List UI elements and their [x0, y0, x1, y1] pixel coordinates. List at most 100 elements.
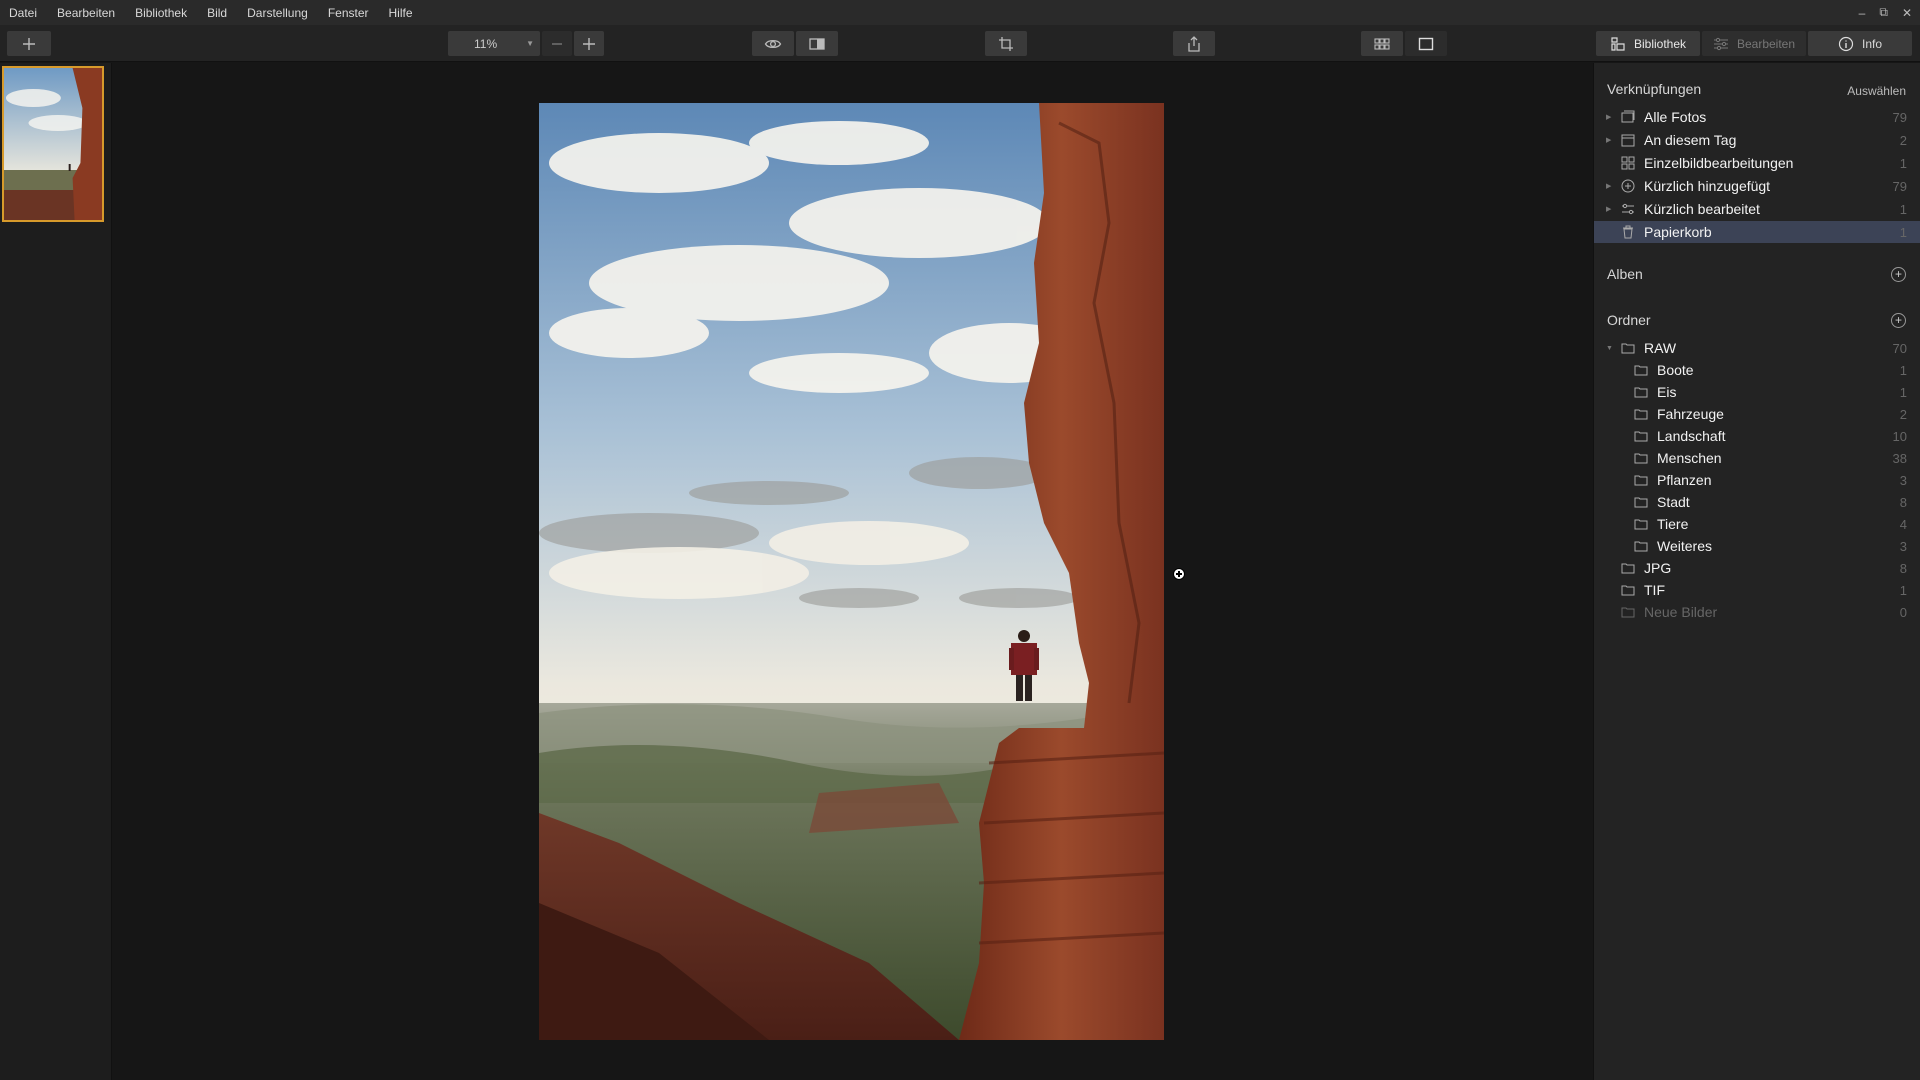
add-folder-button[interactable]: +: [1891, 313, 1906, 328]
tab-library[interactable]: Bibliothek: [1596, 31, 1700, 56]
crop-button[interactable]: [985, 31, 1027, 56]
folder-landschaft[interactable]: Landschaft 10: [1594, 425, 1920, 447]
add-photos-button[interactable]: [7, 31, 51, 56]
folder-icon: [1634, 363, 1648, 377]
zoom-in-button[interactable]: [574, 31, 604, 56]
shortcut-recently-edited[interactable]: ▶ Kürzlich bearbeitet 1: [1594, 198, 1920, 220]
grid-view-button[interactable]: [1361, 31, 1403, 56]
folder-label: JPG: [1644, 560, 1672, 576]
folder-label: TIF: [1644, 582, 1665, 598]
shortcut-trash[interactable]: Papierkorb 1: [1594, 221, 1920, 243]
folder-count: 4: [1899, 516, 1907, 532]
main-photo[interactable]: [539, 103, 1164, 1040]
shortcut-label: Einzelbildbearbeitungen: [1644, 155, 1794, 171]
shortcut-count: 1: [1899, 224, 1907, 240]
folder-stadt[interactable]: Stadt 8: [1594, 491, 1920, 513]
folder-tiere[interactable]: Tiere 4: [1594, 513, 1920, 535]
trash-icon: [1621, 225, 1635, 239]
shortcut-label: Alle Fotos: [1644, 109, 1707, 125]
folder-icon: [1621, 605, 1635, 619]
single-view-button[interactable]: [1405, 31, 1447, 56]
share-button[interactable]: [1173, 31, 1215, 56]
shortcut-count: 2: [1899, 132, 1907, 148]
folder-label: Weiteres: [1657, 538, 1712, 554]
expand-arrow-icon[interactable]: ▶: [1606, 182, 1611, 190]
folder-label: Landschaft: [1657, 428, 1726, 444]
add-album-button[interactable]: +: [1891, 267, 1906, 282]
zoom-out-button[interactable]: [542, 31, 572, 56]
filmstrip: [0, 63, 112, 1080]
folder-label: Stadt: [1657, 494, 1690, 510]
tab-edit[interactable]: Bearbeiten: [1702, 31, 1806, 56]
folders-heading: Ordner: [1607, 312, 1651, 328]
shortcut-on-this-day[interactable]: ▶ An diesem Tag 2: [1594, 129, 1920, 151]
library-icon: [1611, 36, 1625, 51]
minimize-icon[interactable]: –: [1859, 6, 1866, 20]
calendar-icon: [1621, 133, 1635, 147]
folder-count: 70: [1892, 340, 1907, 356]
folder-eis[interactable]: Eis 1: [1594, 381, 1920, 403]
folder-weiteres[interactable]: Weiteres 3: [1594, 535, 1920, 557]
tab-info[interactable]: Info: [1808, 31, 1912, 56]
window-controls: – ⧉ ✕: [1859, 0, 1912, 25]
info-icon: [1838, 36, 1854, 51]
menu-darstellung[interactable]: Darstellung: [237, 6, 318, 20]
thumbnail-image: [4, 68, 102, 220]
folder-jpg[interactable]: JPG 8: [1594, 557, 1920, 579]
folder-pflanzen[interactable]: Pflanzen 3: [1594, 469, 1920, 491]
folder-fahrzeuge[interactable]: Fahrzeuge 2: [1594, 403, 1920, 425]
compare-button[interactable]: [796, 31, 838, 56]
folder-icon: [1634, 495, 1648, 509]
shortcut-all-photos[interactable]: ▶ Alle Fotos 79: [1594, 106, 1920, 128]
expand-arrow-icon[interactable]: ▶: [1606, 205, 1611, 213]
menu-bild[interactable]: Bild: [197, 6, 237, 20]
menu-bibliothek[interactable]: Bibliothek: [125, 6, 197, 20]
folder-icon: [1621, 583, 1635, 597]
shortcut-label: Kürzlich hinzugefügt: [1644, 178, 1771, 194]
expand-arrow-icon[interactable]: ▶: [1606, 136, 1611, 144]
folder-label: Neue Bilder: [1644, 604, 1718, 620]
folder-tif[interactable]: TIF 1: [1594, 579, 1920, 601]
folder-count: 1: [1899, 384, 1907, 400]
folder-icon: [1634, 517, 1648, 531]
close-icon[interactable]: ✕: [1902, 6, 1912, 20]
photo-thumbnail[interactable]: [2, 66, 104, 222]
folder-icon: [1634, 473, 1648, 487]
library-sidebar: Verknüpfungen Auswählen ▶ Alle Fotos 79 …: [1593, 63, 1920, 1080]
photo-image: [539, 103, 1164, 1040]
zoom-cursor-icon: [1173, 568, 1185, 580]
menu-bearbeiten[interactable]: Bearbeiten: [47, 6, 125, 20]
folder-count: 10: [1892, 428, 1907, 444]
folder-count: 3: [1899, 538, 1907, 554]
tab-info-label: Info: [1861, 36, 1882, 51]
shortcut-count: 79: [1892, 109, 1907, 125]
shortcut-single-edits[interactable]: Einzelbildbearbeitungen 1: [1594, 152, 1920, 174]
expand-arrow-icon[interactable]: ▶: [1606, 113, 1611, 121]
folder-label: Fahrzeuge: [1657, 406, 1724, 422]
single-image-icon: [1418, 37, 1434, 50]
image-viewer[interactable]: [113, 63, 1592, 1080]
folder-count: 3: [1899, 472, 1907, 488]
restore-icon[interactable]: ⧉: [1879, 5, 1888, 20]
menu-fenster[interactable]: Fenster: [318, 6, 379, 20]
folder-menschen[interactable]: Menschen 38: [1594, 447, 1920, 469]
folder-raw[interactable]: ▼ RAW 70: [1594, 337, 1920, 359]
shortcut-label: Papierkorb: [1644, 224, 1712, 240]
menu-hilfe[interactable]: Hilfe: [379, 6, 423, 20]
toolbar: 11% ▼ Bibliothek Bearbeiten Info: [0, 25, 1920, 62]
select-button[interactable]: Auswählen: [1847, 84, 1906, 98]
folder-label: RAW: [1644, 340, 1677, 356]
add-circle-icon: [1621, 179, 1635, 193]
tab-edit-label: Bearbeiten: [1736, 36, 1796, 51]
plus-icon: [23, 37, 35, 50]
zoom-select[interactable]: 11% ▼: [448, 31, 540, 56]
photos-icon: [1621, 110, 1635, 124]
collapse-arrow-icon[interactable]: ▼: [1606, 345, 1613, 352]
menu-datei[interactable]: Datei: [0, 6, 47, 20]
shortcut-recently-added[interactable]: ▶ Kürzlich hinzugefügt 79: [1594, 175, 1920, 197]
folder-new-images[interactable]: Neue Bilder 0: [1594, 601, 1920, 623]
folder-icon: [1634, 429, 1648, 443]
eye-icon: [764, 39, 782, 48]
preview-toggle-button[interactable]: [752, 31, 794, 56]
folder-boote[interactable]: Boote 1: [1594, 359, 1920, 381]
